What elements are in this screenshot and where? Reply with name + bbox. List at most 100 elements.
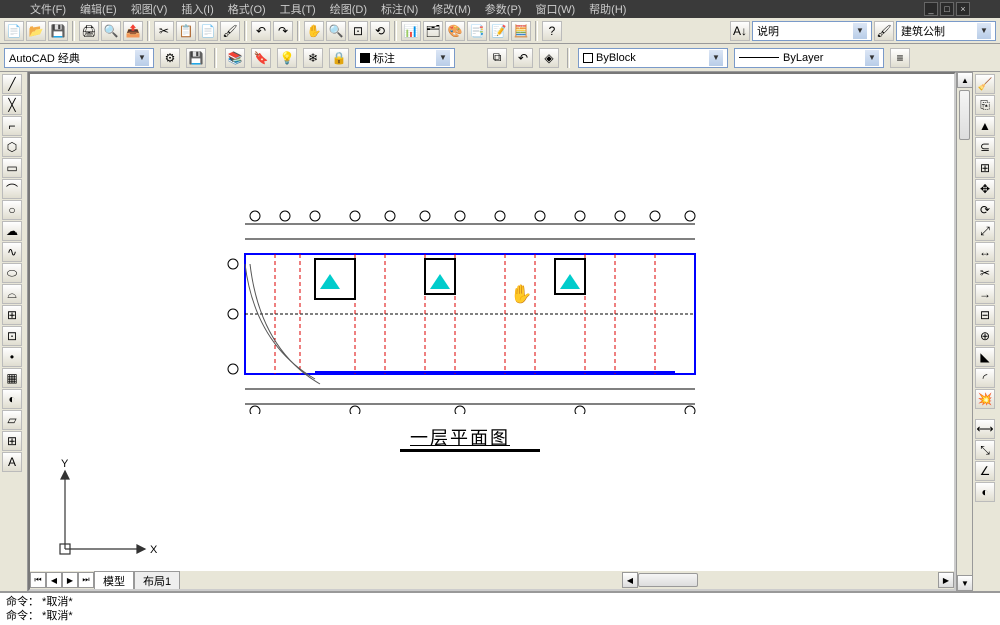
ellipse-icon[interactable]: ⬭ bbox=[2, 263, 22, 283]
print-icon[interactable]: 🖨 bbox=[79, 21, 99, 41]
menu-edit[interactable]: 编辑(E) bbox=[80, 1, 117, 17]
drawing-canvas[interactable]: 一层平面图 ✋ X Y ⏮ ◀ ▶ ⏭ 模型 布局1 ◀ bbox=[30, 74, 954, 589]
point-icon[interactable]: • bbox=[2, 347, 22, 367]
explode-icon[interactable]: 💥 bbox=[975, 389, 995, 409]
tab-first-icon[interactable]: ⏮ bbox=[30, 572, 46, 588]
region-icon[interactable]: ▱ bbox=[2, 410, 22, 430]
tab-layout1[interactable]: 布局1 bbox=[134, 571, 180, 590]
menu-help[interactable]: 帮助(H) bbox=[589, 1, 626, 17]
menu-insert[interactable]: 插入(I) bbox=[181, 1, 213, 17]
tab-prev-icon[interactable]: ◀ bbox=[46, 572, 62, 588]
pan-icon[interactable]: ✋ bbox=[304, 21, 324, 41]
move-icon[interactable]: ✥ bbox=[975, 179, 995, 199]
hscroll-thumb[interactable] bbox=[638, 573, 698, 587]
extend-icon[interactable]: → bbox=[975, 284, 995, 304]
menu-modify[interactable]: 修改(M) bbox=[432, 1, 471, 17]
color-dropdown[interactable]: ByBlock ▼ bbox=[578, 48, 728, 68]
arc-icon[interactable]: ⌒ bbox=[2, 179, 22, 199]
lineweight-dropdown[interactable]: ByLayer ▼ bbox=[734, 48, 884, 68]
array-icon[interactable]: ⊞ bbox=[975, 158, 995, 178]
tab-last-icon[interactable]: ⏭ bbox=[78, 572, 94, 588]
menu-tools[interactable]: 工具(T) bbox=[280, 1, 316, 17]
hscroll-right-icon[interactable]: ▶ bbox=[938, 572, 954, 588]
hatch-icon[interactable]: ▦ bbox=[2, 368, 22, 388]
layer-lock-icon[interactable]: 🔒 bbox=[329, 48, 349, 68]
maximize-button[interactable]: □ bbox=[940, 2, 954, 16]
join-icon[interactable]: ⊕ bbox=[975, 326, 995, 346]
menu-file[interactable]: 文件(F) bbox=[30, 1, 66, 17]
make-block-icon[interactable]: ⊡ bbox=[2, 326, 22, 346]
hscroll-left-icon[interactable]: ◀ bbox=[622, 572, 638, 588]
polygon-icon[interactable]: ⬡ bbox=[2, 137, 22, 157]
rotate-icon[interactable]: ⟳ bbox=[975, 200, 995, 220]
mirror-icon[interactable]: ▲ bbox=[975, 116, 995, 136]
sheet-icon[interactable]: 📑 bbox=[467, 21, 487, 41]
design-center-icon[interactable]: 🗂 bbox=[423, 21, 443, 41]
dim-dropdown[interactable]: 标注 ▼ bbox=[355, 48, 455, 68]
line-icon[interactable]: ╱ bbox=[2, 74, 22, 94]
lineweight-icon[interactable]: ≡ bbox=[890, 48, 910, 68]
fillet-icon[interactable]: ◜ bbox=[975, 368, 995, 388]
copy-obj-icon[interactable]: ⎘ bbox=[975, 95, 995, 115]
dim-linear-icon[interactable]: ⟷ bbox=[975, 419, 995, 439]
redo-icon[interactable]: ↷ bbox=[273, 21, 293, 41]
markup-icon[interactable]: 📝 bbox=[489, 21, 509, 41]
vscroll-down-icon[interactable]: ▼ bbox=[957, 575, 973, 591]
chamfer-icon[interactable]: ◣ bbox=[975, 347, 995, 367]
gear-icon[interactable]: ⚙ bbox=[160, 48, 180, 68]
table-icon[interactable]: ⊞ bbox=[2, 431, 22, 451]
layer-freeze-icon[interactable]: ❄ bbox=[303, 48, 323, 68]
save-icon[interactable]: 💾 bbox=[48, 21, 68, 41]
zoom-window-icon[interactable]: ⊡ bbox=[348, 21, 368, 41]
circle-icon[interactable]: ○ bbox=[2, 200, 22, 220]
zoom-icon[interactable]: 🔍 bbox=[326, 21, 346, 41]
menu-dimension[interactable]: 标注(N) bbox=[381, 1, 418, 17]
revision-cloud-icon[interactable]: ☁ bbox=[2, 221, 22, 241]
rectangle-icon[interactable]: ▭ bbox=[2, 158, 22, 178]
cut-icon[interactable]: ✂ bbox=[154, 21, 174, 41]
vscroll-thumb[interactable] bbox=[959, 90, 970, 140]
polyline-icon[interactable]: ⌐ bbox=[2, 116, 22, 136]
layer-match-icon[interactable]: ⧉ bbox=[487, 48, 507, 68]
dim-radius-icon[interactable]: ◐ bbox=[975, 482, 995, 502]
insert-block-icon[interactable]: ⊞ bbox=[2, 305, 22, 325]
match-icon[interactable]: 🖌 bbox=[220, 21, 240, 41]
calc-icon[interactable]: 🧮 bbox=[511, 21, 531, 41]
trim-icon[interactable]: ✂ bbox=[975, 263, 995, 283]
vscroll-up-icon[interactable]: ▲ bbox=[957, 72, 973, 88]
dim-aligned-icon[interactable]: ⤡ bbox=[975, 440, 995, 460]
command-window[interactable]: 命令： *取消* 命令： *取消* bbox=[0, 591, 1000, 625]
layer-state-icon[interactable]: 🔖 bbox=[251, 48, 271, 68]
layer-prev-icon[interactable]: ↶ bbox=[513, 48, 533, 68]
stretch-icon[interactable]: ↔ bbox=[975, 242, 995, 262]
menu-param[interactable]: 参数(P) bbox=[485, 1, 522, 17]
text-icon[interactable]: A bbox=[2, 452, 22, 472]
close-button[interactable]: × bbox=[956, 2, 970, 16]
menu-view[interactable]: 视图(V) bbox=[131, 1, 168, 17]
layer-icon[interactable]: 📚 bbox=[225, 48, 245, 68]
publish-icon[interactable]: 📤 bbox=[123, 21, 143, 41]
properties-icon[interactable]: 📊 bbox=[401, 21, 421, 41]
undo-icon[interactable]: ↶ bbox=[251, 21, 271, 41]
help-icon[interactable]: ? bbox=[542, 21, 562, 41]
minimize-button[interactable]: _ bbox=[924, 2, 938, 16]
menu-format[interactable]: 格式(O) bbox=[228, 1, 266, 17]
layer-light-icon[interactable]: 💡 bbox=[277, 48, 297, 68]
erase-icon[interactable]: 🧹 bbox=[975, 74, 995, 94]
open-icon[interactable]: 📂 bbox=[26, 21, 46, 41]
tab-model[interactable]: 模型 bbox=[94, 571, 134, 590]
tab-next-icon[interactable]: ▶ bbox=[62, 572, 78, 588]
menu-draw[interactable]: 绘图(D) bbox=[330, 1, 367, 17]
construction-line-icon[interactable]: ╳ bbox=[2, 95, 22, 115]
annotation-dropdown[interactable]: 说明 ▼ bbox=[752, 21, 872, 41]
copy-icon[interactable]: 📋 bbox=[176, 21, 196, 41]
dim-angular-icon[interactable]: ∠ bbox=[975, 461, 995, 481]
gradient-icon[interactable]: ◐ bbox=[2, 389, 22, 409]
zoom-prev-icon[interactable]: ⟲ bbox=[370, 21, 390, 41]
text-style-icon[interactable]: A↓ bbox=[730, 21, 750, 41]
paste-icon[interactable]: 📄 bbox=[198, 21, 218, 41]
scale-icon[interactable]: ⤢ bbox=[975, 221, 995, 241]
new-icon[interactable]: 📄 bbox=[4, 21, 24, 41]
preview-icon[interactable]: 🔍 bbox=[101, 21, 121, 41]
break-icon[interactable]: ⊟ bbox=[975, 305, 995, 325]
